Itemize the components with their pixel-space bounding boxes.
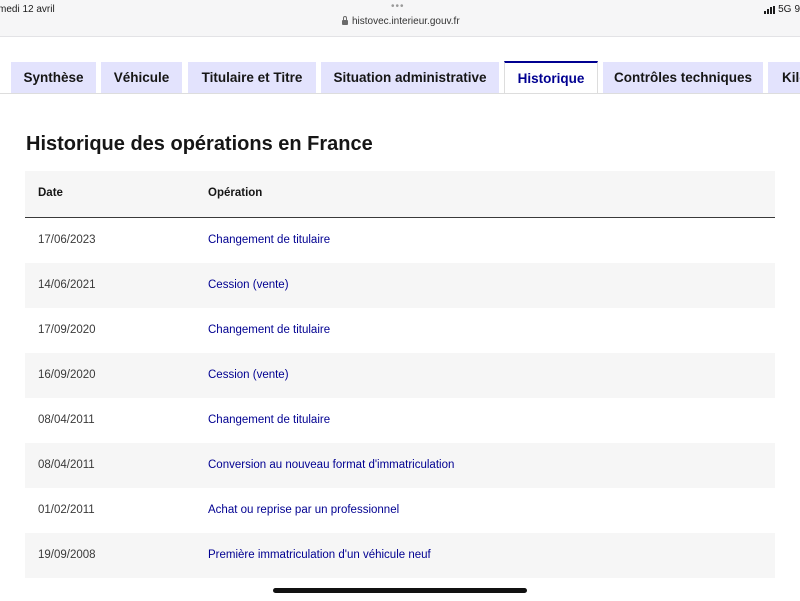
lock-icon xyxy=(342,16,348,25)
row-operation-link[interactable]: Changement de titulaire xyxy=(208,324,330,336)
table-row: 08/04/2011 Conversion au nouveau format … xyxy=(25,443,775,488)
status-date: medi 12 avril xyxy=(0,4,55,15)
tab-label: Synthèse xyxy=(23,70,84,85)
signal-icon xyxy=(764,5,776,14)
row-date: 14/06/2021 xyxy=(38,279,96,291)
status-indicators: 5G 9 xyxy=(764,4,800,15)
row-operation-link[interactable]: Achat ou reprise par un professionnel xyxy=(208,504,399,516)
table-row: 01/02/2011 Achat ou reprise par un profe… xyxy=(25,488,775,533)
table-header: Date Opération xyxy=(25,171,775,218)
tab-label: Titulaire et Titre xyxy=(201,70,303,85)
row-date: 16/09/2020 xyxy=(38,369,96,381)
tab-bar: Synthèse Véhicule Titulaire et Titre Sit… xyxy=(0,61,800,94)
operations-table: Date Opération 17/06/2023 Changement de … xyxy=(25,171,775,578)
home-indicator[interactable] xyxy=(273,588,527,593)
row-date: 08/04/2011 xyxy=(38,414,95,426)
tab-label: Kilo xyxy=(782,70,800,85)
tab-titulaire-et-titre[interactable]: Titulaire et Titre xyxy=(188,62,316,93)
address-url: histovec.interieur.gouv.fr xyxy=(352,16,460,27)
column-header-operation: Opération xyxy=(208,187,263,199)
table-row: 14/06/2021 Cession (vente) xyxy=(25,263,775,308)
tab-label: Véhicule xyxy=(113,70,170,85)
row-operation-link[interactable]: Changement de titulaire xyxy=(208,234,330,246)
page-title: Historique des opérations en France xyxy=(26,133,373,155)
network-label: 5G xyxy=(778,4,792,15)
tab-controles-techniques[interactable]: Contrôles techniques xyxy=(603,62,763,93)
table-row: 16/09/2020 Cession (vente) xyxy=(25,353,775,398)
tab-label: Contrôles techniques xyxy=(613,70,753,85)
row-date: 01/02/2011 xyxy=(38,504,95,516)
row-operation-link[interactable]: Conversion au nouveau format d'immatricu… xyxy=(208,459,454,471)
tab-situation-administrative[interactable]: Situation administrative xyxy=(321,62,499,93)
row-date: 17/09/2020 xyxy=(38,324,96,336)
battery-label: 9 xyxy=(794,4,800,15)
column-header-date: Date xyxy=(38,187,63,199)
row-operation-link[interactable]: Cession (vente) xyxy=(208,369,289,381)
row-date: 08/04/2011 xyxy=(38,459,95,471)
tab-vehicule[interactable]: Véhicule xyxy=(101,62,182,93)
tab-kilometrage[interactable]: Kilo xyxy=(768,62,800,93)
tab-label: Situation administrative xyxy=(333,70,487,85)
more-dots-icon[interactable]: ••• xyxy=(391,1,405,12)
row-operation-link[interactable]: Cession (vente) xyxy=(208,279,289,291)
tab-label: Historique xyxy=(517,71,585,86)
table-row: 19/09/2008 Première immatriculation d'un… xyxy=(25,533,775,578)
address-bar[interactable]: histovec.interieur.gouv.fr xyxy=(342,16,460,27)
ios-status-bar: medi 12 avril ••• histovec.interieur.gou… xyxy=(0,0,800,37)
table-row: 17/06/2023 Changement de titulaire xyxy=(25,218,775,263)
row-date: 17/06/2023 xyxy=(38,234,96,246)
row-date: 19/09/2008 xyxy=(38,549,96,561)
tab-synthese[interactable]: Synthèse xyxy=(11,62,96,93)
row-operation-link[interactable]: Changement de titulaire xyxy=(208,414,330,426)
table-row: 08/04/2011 Changement de titulaire xyxy=(25,398,775,443)
tab-historique[interactable]: Historique xyxy=(504,61,598,94)
table-row: 17/09/2020 Changement de titulaire xyxy=(25,308,775,353)
row-operation-link[interactable]: Première immatriculation d'un véhicule n… xyxy=(208,549,431,561)
